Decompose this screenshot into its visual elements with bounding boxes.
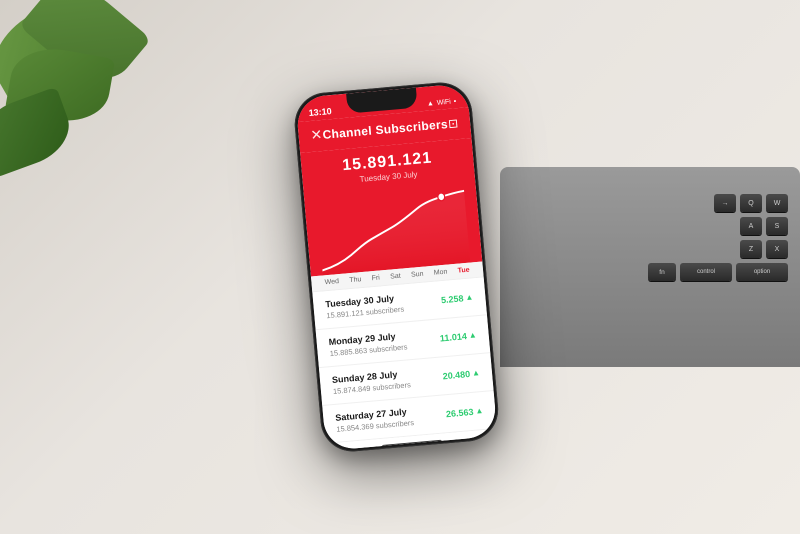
signal-icon: ▲ xyxy=(427,100,435,108)
key-row-3: Z X xyxy=(512,240,788,258)
day-sat: Sat xyxy=(390,273,401,281)
key-row-2: A S xyxy=(512,217,788,235)
status-icons: ▲ WiFi ▪ xyxy=(427,98,457,108)
chart-svg xyxy=(316,183,470,276)
day-fri: Fri xyxy=(371,274,380,282)
trend-up-icon: ▲ xyxy=(468,330,477,340)
chart-area: 15.891.121 Tuesday 30 July xyxy=(300,138,482,277)
close-button[interactable]: ✕ xyxy=(310,126,323,144)
list-item-count: 20.480 xyxy=(442,369,470,381)
key-q: Q xyxy=(740,194,762,212)
phone-screen: 13:10 ▲ WiFi ▪ ✕ Channel Subscribers ⊡ 1… xyxy=(295,83,497,451)
plant-decoration xyxy=(0,0,180,270)
trend-up-icon: ▲ xyxy=(475,406,484,416)
list-item-left: Saturday 27 July 15.854.369 subscribers xyxy=(335,406,415,434)
wifi-icon: WiFi xyxy=(437,99,452,107)
list-item-left: Sunday 28 July 15.874.849 subscribers xyxy=(332,368,412,396)
key-arrow: → xyxy=(714,194,736,212)
key-row-1: → Q W xyxy=(512,194,788,212)
key-a: A xyxy=(740,217,762,235)
trend-up-icon: ▲ xyxy=(472,368,481,378)
header-title: Channel Subscribers xyxy=(322,117,448,142)
key-control: control xyxy=(680,263,732,281)
list-item-left: Tuesday 30 July 15.891.121 subscribers xyxy=(325,293,405,321)
key-row-bottom: fn control option xyxy=(512,263,788,281)
day-sun: Sun xyxy=(411,271,424,279)
phone: 13:10 ▲ WiFi ▪ ✕ Channel Subscribers ⊡ 1… xyxy=(292,80,501,454)
battery-icon: ▪ xyxy=(453,98,456,105)
keyboard: → Q W A S Z X fn control option xyxy=(500,167,800,367)
list-item-count: 5.258 xyxy=(441,293,464,305)
list-item-right: 20.480 ▲ xyxy=(442,368,480,381)
key-fn: fn xyxy=(648,263,676,281)
list-item-right: 26.563 ▲ xyxy=(446,405,484,418)
camera-icon[interactable]: ⊡ xyxy=(447,116,458,131)
keyboard-rows: → Q W A S Z X fn control option xyxy=(512,194,788,281)
list-container: Tuesday 30 July 15.891.121 subscribers 5… xyxy=(312,277,497,443)
list-item-count: 11.014 xyxy=(439,331,467,343)
key-option: option xyxy=(736,263,788,281)
day-wed: Wed xyxy=(324,278,339,286)
day-tue: Tue xyxy=(457,267,470,275)
day-mon: Mon xyxy=(434,269,448,277)
list-item-count: 26.563 xyxy=(446,406,474,418)
list-item-right: 11.014 ▲ xyxy=(439,330,477,343)
key-x: X xyxy=(766,240,788,258)
list-item-right: 5.258 ▲ xyxy=(441,292,474,305)
trend-up-icon: ▲ xyxy=(465,292,474,302)
day-thu: Thu xyxy=(349,276,362,284)
key-s: S xyxy=(766,217,788,235)
key-z: Z xyxy=(740,240,762,258)
key-w: W xyxy=(766,194,788,212)
phone-container: 13:10 ▲ WiFi ▪ ✕ Channel Subscribers ⊡ 1… xyxy=(292,80,501,454)
laptop: → Q W A S Z X fn control option xyxy=(500,0,800,534)
status-time: 13:10 xyxy=(308,106,332,118)
list-item-left: Monday 29 July 15.885.863 subscribers xyxy=(328,330,408,358)
